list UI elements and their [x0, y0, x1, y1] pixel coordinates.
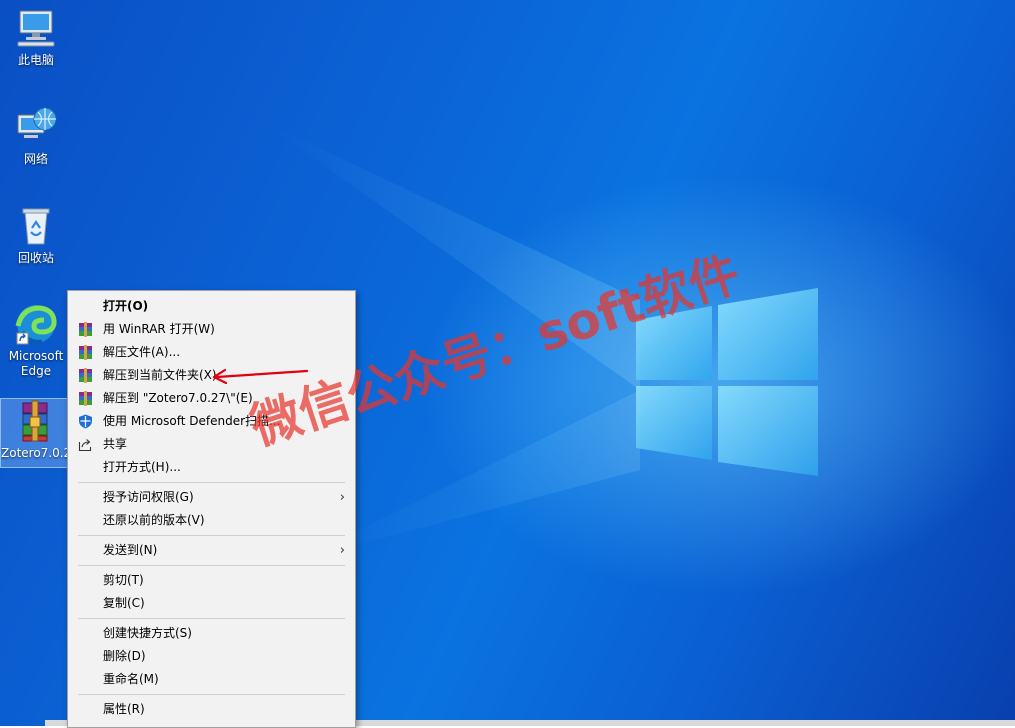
menu-item-label: 剪切(T) — [103, 573, 144, 587]
winrar-icon — [78, 322, 93, 337]
computer-icon — [14, 6, 58, 50]
menu-item-label: 删除(D) — [103, 649, 146, 663]
menu-item-restore-versions[interactable]: 还原以前的版本(V) — [68, 509, 355, 532]
menu-separator — [78, 565, 345, 566]
menu-item-label: 打开(O) — [103, 299, 149, 313]
recycle-bin-icon — [14, 204, 58, 248]
menu-item-create-shortcut[interactable]: 创建快捷方式(S) — [68, 622, 355, 645]
menu-item-send-to[interactable]: 发送到(N) › — [68, 539, 355, 562]
menu-item-open-with-winrar[interactable]: 用 WinRAR 打开(W) — [68, 318, 355, 341]
menu-item-label: 重命名(M) — [103, 672, 159, 686]
menu-item-label: 解压到 "Zotero7.0.27\"(E) — [103, 391, 253, 405]
menu-item-label: 共享 — [103, 437, 128, 451]
menu-item-label: 解压到当前文件夹(X) — [103, 368, 217, 382]
share-icon — [78, 437, 93, 452]
menu-item-cut[interactable]: 剪切(T) — [68, 569, 355, 592]
menu-item-share[interactable]: 共享 — [68, 433, 355, 456]
winrar-icon — [78, 368, 93, 383]
menu-item-label: 还原以前的版本(V) — [103, 513, 205, 527]
menu-item-label: 发送到(N) — [103, 543, 158, 557]
context-menu: 打开(O) 用 WinRAR 打开(W) 解压文件(A)... 解压到当前文件夹… — [67, 290, 356, 728]
menu-item-defender-scan[interactable]: 使用 Microsoft Defender扫描... — [68, 410, 355, 433]
defender-shield-icon — [78, 414, 93, 429]
winrar-icon — [78, 345, 93, 360]
desktop-icon-label: Microsoft Edge — [8, 349, 64, 378]
menu-item-rename[interactable]: 重命名(M) — [68, 668, 355, 691]
desktop-icon-edge[interactable]: Microsoft Edge — [0, 302, 72, 379]
desktop-icon-network[interactable]: 网络 — [0, 105, 72, 167]
menu-item-label: 属性(R) — [103, 702, 145, 716]
edge-icon — [14, 302, 58, 346]
desktop-icon-this-pc[interactable]: 此电脑 — [0, 6, 72, 68]
menu-item-delete[interactable]: 删除(D) — [68, 645, 355, 668]
menu-item-label: 使用 Microsoft Defender扫描... — [103, 414, 281, 428]
menu-item-open[interactable]: 打开(O) — [68, 295, 355, 318]
menu-item-extract-files[interactable]: 解压文件(A)... — [68, 341, 355, 364]
annotation-arrow — [212, 368, 309, 385]
menu-item-label: 用 WinRAR 打开(W) — [103, 322, 215, 336]
chevron-right-icon: › — [339, 490, 345, 505]
desktop-icon-label: 网络 — [23, 152, 48, 166]
desktop-icon-zotero-archive[interactable]: Zotero7.0.27 — [0, 398, 79, 468]
desktop-icon-label: 此电脑 — [17, 53, 54, 67]
menu-separator — [78, 482, 345, 483]
menu-item-properties[interactable]: 属性(R) — [68, 698, 355, 721]
desktop-icon-recycle-bin[interactable]: 回收站 — [0, 204, 72, 266]
menu-item-label: 授予访问权限(G) — [103, 490, 194, 504]
network-icon — [14, 105, 58, 149]
menu-separator — [78, 618, 345, 619]
winrar-icon — [78, 391, 93, 406]
menu-item-label: 创建快捷方式(S) — [103, 626, 192, 640]
menu-item-give-access[interactable]: 授予访问权限(G) › — [68, 486, 355, 509]
menu-item-copy[interactable]: 复制(C) — [68, 592, 355, 615]
menu-item-label: 解压文件(A)... — [103, 345, 181, 359]
menu-item-label: 复制(C) — [103, 596, 145, 610]
chevron-right-icon: › — [339, 543, 345, 558]
menu-separator — [78, 535, 345, 536]
menu-item-label: 打开方式(H)... — [103, 460, 181, 474]
menu-separator — [78, 694, 345, 695]
desktop-icon-label: 回收站 — [17, 251, 54, 265]
menu-item-extract-to-folder[interactable]: 解压到 "Zotero7.0.27\"(E) — [68, 387, 355, 410]
winrar-archive-icon — [13, 399, 57, 443]
menu-item-open-with[interactable]: 打开方式(H)... — [68, 456, 355, 479]
